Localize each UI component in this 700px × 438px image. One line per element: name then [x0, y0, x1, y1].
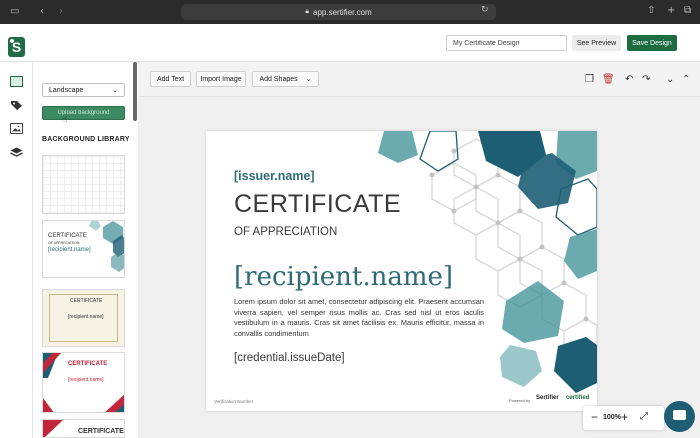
tabs-icon[interactable]: ⧉ — [684, 5, 691, 16]
expand-icon[interactable]: ⤢ — [640, 411, 648, 422]
tag-icon[interactable] — [10, 100, 23, 111]
background-library-title: BACKGROUND LIBRARY — [42, 136, 130, 143]
background-thumb-red-2[interactable]: CERTIFICATE — [42, 419, 125, 438]
chat-button[interactable] — [664, 401, 695, 432]
undo-icon[interactable]: ↶ — [625, 74, 633, 85]
reload-icon[interactable]: ↻ — [481, 5, 489, 15]
layers-icon[interactable] — [10, 147, 23, 158]
chat-bubble-icon — [673, 410, 686, 420]
copy-icon[interactable]: ❐ — [585, 74, 594, 85]
thumb2-title: CERTIFICATE — [48, 233, 87, 239]
forward-icon[interactable]: › — [59, 6, 63, 17]
sertifier-brand: Sertifier — [536, 395, 559, 401]
issue-date[interactable]: [credential.issueDate] — [234, 352, 345, 364]
certificate-canvas[interactable]: [issuer.name] CERTIFICATE OF APPRECIATIO… — [206, 131, 597, 411]
lock-icon: 🔒︎ — [305, 8, 310, 15]
zoom-level: 100% — [603, 414, 621, 421]
certificate-body[interactable]: Lorem ipsum dolor sit amet, consectetur … — [234, 297, 484, 339]
teal-hexagon-8 — [500, 345, 542, 387]
certificate-title[interactable]: CERTIFICATE — [234, 190, 401, 219]
editor-toolbar: Add Text Import Image Add Shapes ⌄ ❐ 🗑︎ … — [140, 62, 700, 97]
chevron-down-icon: ⌄ — [305, 75, 312, 83]
thumb4-title: CERTIFICATE — [68, 361, 108, 367]
redo-icon[interactable]: ↷ — [642, 74, 650, 85]
thumb2-name: [recipient.name] — [48, 247, 91, 253]
logo-dot — [10, 39, 14, 43]
back-icon[interactable]: ‹ — [40, 6, 44, 17]
background-thumb-blank[interactable] — [42, 155, 125, 214]
zoom-control: − 100% + ⤢ — [583, 406, 664, 430]
teal-hexagon-7 — [554, 337, 597, 393]
certificate-subtitle[interactable]: OF APPRECIATION — [234, 226, 337, 238]
zoom-out-button[interactable]: − — [591, 410, 598, 424]
add-shapes-dropdown[interactable]: Add Shapes ⌄ — [252, 71, 319, 87]
share-icon[interactable]: ⇧ — [647, 5, 655, 16]
zoom-in-button[interactable]: + — [621, 410, 628, 424]
pointer-cursor-icon: ☝ — [62, 115, 68, 125]
orientation-select[interactable]: Landscape ⌄ — [42, 83, 125, 97]
chevron-down-icon: ⌄ — [112, 86, 118, 94]
certified-brand: certified — [566, 395, 590, 401]
teal-hexagon-5 — [564, 229, 597, 279]
see-preview-button[interactable]: See Preview — [572, 35, 621, 51]
panel-scrollbar[interactable] — [133, 62, 137, 121]
chevron-up-icon[interactable]: ⌃ — [682, 74, 690, 85]
design-name-input[interactable] — [446, 35, 567, 51]
app-header: S See Preview Save Design — [0, 24, 700, 62]
image-icon[interactable] — [10, 123, 23, 134]
thumb4-name: [recipient.name] — [68, 377, 104, 383]
thumb5-title: CERTIFICATE — [78, 428, 124, 435]
issuer-name[interactable]: [issuer.name] — [234, 169, 315, 183]
delete-icon[interactable]: 🗑︎ — [602, 74, 615, 85]
teal-hexagon-1 — [378, 131, 418, 163]
address-bar[interactable]: 🔒︎ app.sertifier.com — [181, 4, 496, 20]
recipient-name[interactable]: [recipient.name] — [234, 262, 453, 292]
url-text: app.sertifier.com — [313, 7, 372, 17]
save-design-button[interactable]: Save Design — [627, 35, 677, 51]
upload-background-button[interactable]: Upload background — [42, 106, 125, 120]
teal-hexagon-6 — [502, 281, 564, 343]
chevron-down-icon[interactable]: ⌄ — [666, 74, 674, 85]
background-thumb-classic[interactable]: CERTIFICATE [recipient.name] — [42, 289, 125, 347]
new-tab-icon[interactable]: + — [667, 5, 675, 16]
tool-rail — [0, 62, 33, 438]
import-image-button[interactable]: Import Image — [196, 71, 246, 87]
app-logo[interactable]: S — [8, 37, 25, 57]
thumb2-subtitle: OF APPRECIATION — [48, 241, 80, 245]
background-thumb-red[interactable]: CERTIFICATE [recipient.name] — [42, 352, 125, 413]
add-text-button[interactable]: Add Text — [150, 71, 191, 87]
powered-by-label: Powered by — [509, 398, 531, 403]
background-thumb-hexagon[interactable]: CERTIFICATE OF APPRECIATION [recipient.n… — [42, 220, 125, 278]
background-panel: Landscape ⌄ Upload background ☝ BACKGROU… — [33, 62, 138, 438]
browser-toolbar: ▭ ‹ › 🔒︎ app.sertifier.com ↻ ⇧ + ⧉ — [0, 0, 700, 24]
verification-number[interactable]: Verification Number — [214, 399, 253, 404]
background-tool-icon[interactable] — [10, 76, 23, 87]
sidebar-icon[interactable]: ▭ — [10, 6, 19, 17]
thumb3-name: [recipient.name] — [68, 314, 104, 320]
orientation-value: Landscape — [49, 86, 84, 94]
thumb3-title: CERTIFICATE — [70, 298, 103, 304]
add-shapes-label: Add Shapes — [259, 75, 298, 83]
